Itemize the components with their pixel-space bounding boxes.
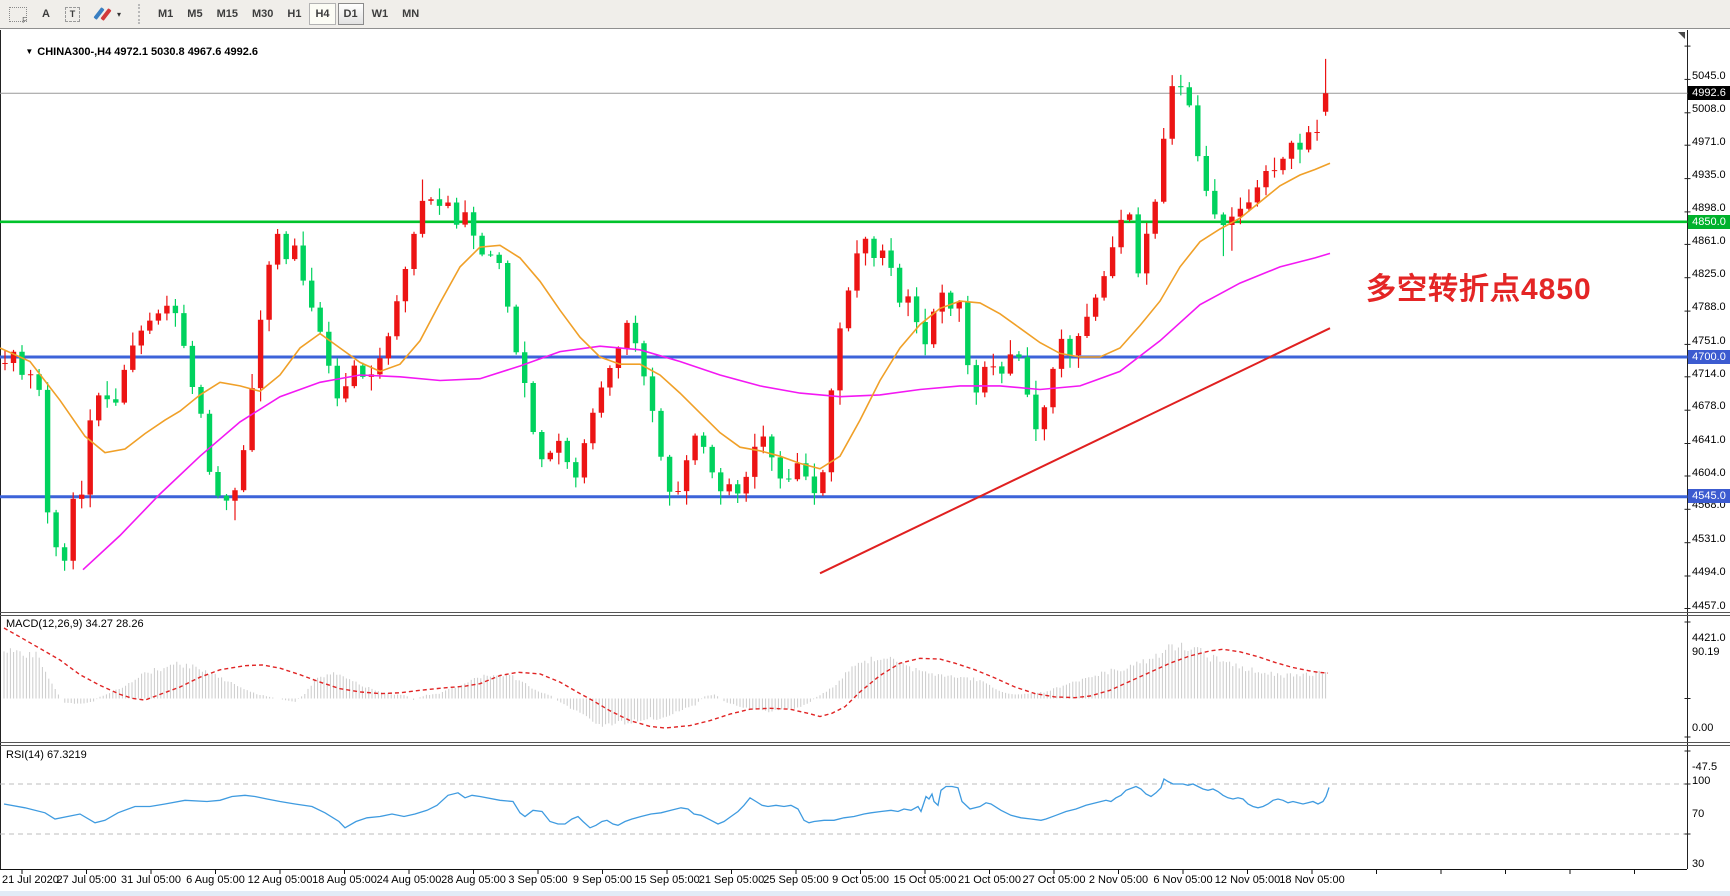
chart-title: ▼ CHINA300-,H4 4972.1 5030.8 4967.6 4992.…	[7, 34, 258, 70]
autoscroll-marker-icon[interactable]	[1678, 32, 1685, 39]
text-tool-label: A	[42, 8, 50, 20]
annotation-text: 多空转折点4850	[1366, 264, 1592, 308]
text-label-tool-button[interactable]: A	[35, 3, 57, 25]
chart-title-text: CHINA300-,H4 4972.1 5030.8 4967.6 4992.6	[37, 46, 258, 58]
price-tick-label: 4751.0	[1692, 335, 1730, 347]
toolbar-separator	[138, 4, 145, 24]
text-box-icon: T	[65, 7, 80, 22]
price-tick-label: 5008.0	[1692, 103, 1730, 115]
price-tick-label: 4457.0	[1692, 600, 1730, 612]
indicator-axis-label: 100	[1692, 775, 1730, 787]
trading-terminal-window: F A T ▾ M1M5M15M30H1H4D1W1MN ▼ CHINA300-,…	[0, 0, 1730, 896]
price-tick-label: 4604.0	[1692, 467, 1730, 479]
timeframe-button-H4[interactable]: H4	[309, 3, 335, 25]
freehand-tool-button[interactable]: F	[3, 3, 33, 25]
price-tick-label: 4421.0	[1692, 632, 1730, 644]
indicator-axis-label: -47.5	[1692, 761, 1730, 773]
price-tick-label: 4714.0	[1692, 368, 1730, 380]
indicator-axis-label: 30	[1692, 858, 1730, 870]
current-price-badge: 4992.6	[1688, 86, 1730, 100]
timeframe-button-M5[interactable]: M5	[181, 3, 208, 25]
hline-badge-4850: 4850.0	[1688, 215, 1730, 229]
timeframe-button-M15[interactable]: M15	[211, 3, 244, 25]
text-box-tool-button[interactable]: T	[59, 3, 86, 25]
indicator-axis-label: 0.00	[1692, 722, 1730, 734]
freehand-icon: F	[9, 7, 27, 22]
chart-canvas[interactable]	[0, 30, 1730, 896]
price-tick-label: 4971.0	[1692, 136, 1730, 148]
price-tick-label: 4641.0	[1692, 434, 1730, 446]
timeframe-button-H1[interactable]: H1	[281, 3, 307, 25]
colors-tool-button[interactable]: ▾	[88, 3, 127, 25]
chevron-down-icon: ▾	[117, 10, 121, 19]
macd-label: MACD(12,26,9) 34.27 28.26	[6, 618, 144, 630]
chart-area: ▼ CHINA300-,H4 4972.1 5030.8 4967.6 4992.…	[0, 30, 1730, 896]
price-tick-label: 5045.0	[1692, 70, 1730, 82]
price-tick-label: 4678.0	[1692, 400, 1730, 412]
status-bar-strip	[0, 891, 1730, 896]
price-tick-label: 4898.0	[1692, 202, 1730, 214]
price-tick-label: 4825.0	[1692, 268, 1730, 280]
indicator-axis-label: 70	[1692, 808, 1730, 820]
timeframe-button-D1[interactable]: D1	[338, 3, 364, 25]
indicator-axis-label: 90.19	[1692, 646, 1730, 658]
hline-badge-4545: 4545.0	[1688, 489, 1730, 503]
symbol-dropdown-icon[interactable]: ▼	[25, 47, 33, 56]
rsi-label: RSI(14) 67.3219	[6, 749, 87, 761]
price-tick-label: 4861.0	[1692, 235, 1730, 247]
timeframe-group: M1M5M15M30H1H4D1W1MN	[151, 3, 426, 25]
timeframe-button-M30[interactable]: M30	[246, 3, 279, 25]
timeframe-button-M1[interactable]: M1	[152, 3, 179, 25]
toolbar: F A T ▾ M1M5M15M30H1H4D1W1MN	[0, 0, 1730, 29]
hline-badge-4700: 4700.0	[1688, 350, 1730, 364]
timeframe-button-W1[interactable]: W1	[366, 3, 395, 25]
price-tick-label: 4935.0	[1692, 169, 1730, 181]
price-tick-label: 4531.0	[1692, 533, 1730, 545]
time-tick-label: 18 Nov 05:00	[1267, 874, 1357, 886]
crayons-icon	[94, 6, 114, 22]
price-tick-label: 4494.0	[1692, 566, 1730, 578]
price-tick-label: 4788.0	[1692, 301, 1730, 313]
timeframe-button-MN[interactable]: MN	[396, 3, 425, 25]
